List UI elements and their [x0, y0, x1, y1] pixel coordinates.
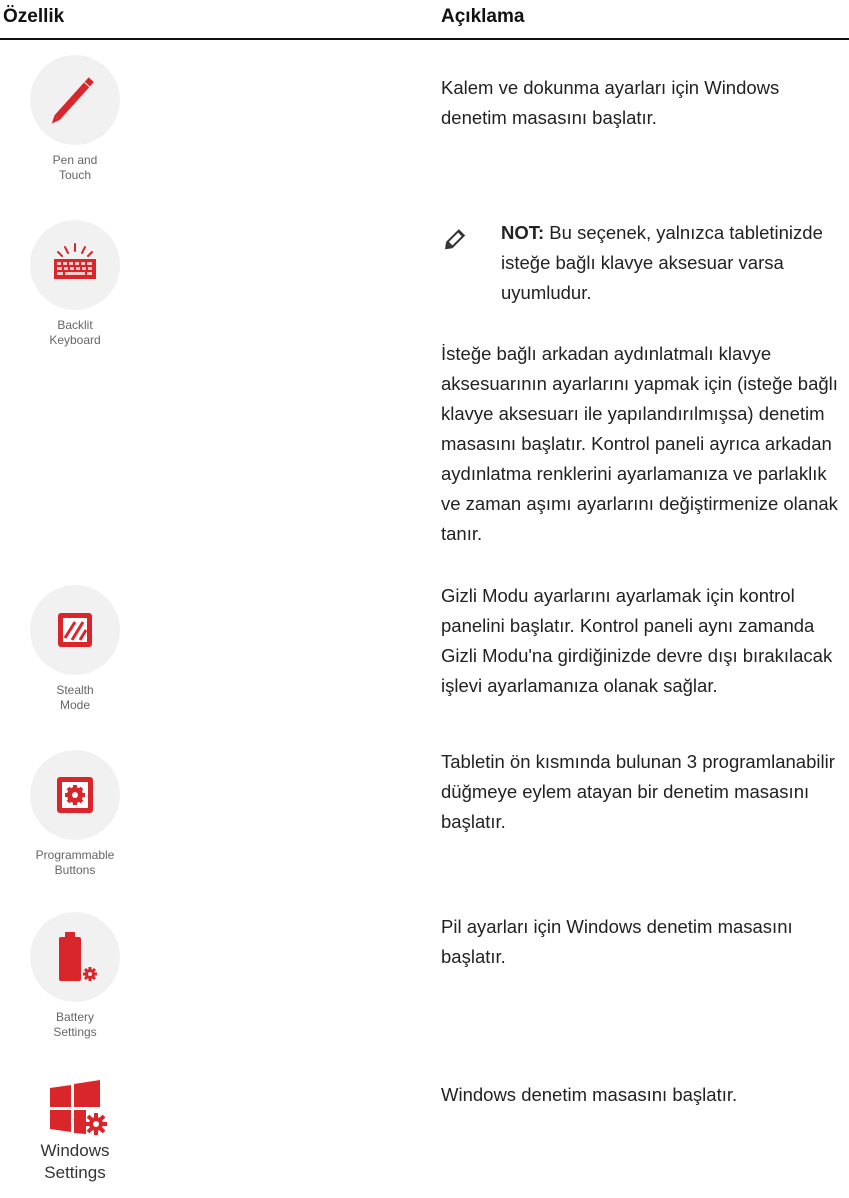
programmable-buttons-feature: Programmable Buttons — [20, 750, 130, 878]
note-label: NOT: — [501, 222, 545, 243]
feature-description: Pil ayarları için Windows denetim masası… — [441, 916, 793, 967]
feature-caption: Battery Settings — [53, 1010, 97, 1039]
stealth-mode-feature: Stealth Mode — [20, 585, 130, 713]
pen-icon — [30, 55, 120, 145]
feature-description: Windows denetim masasını başlatır. — [441, 1084, 738, 1105]
windows-settings-feature: Windows Settings — [20, 1080, 130, 1184]
note-body: Bu seçenek, yalnızca tabletinizde isteğe… — [501, 222, 823, 303]
feature-column-header: Özellik — [3, 6, 65, 27]
stealth-mode-icon — [30, 585, 120, 675]
feature-description: Kalem ve dokunma ayarları için Windows d… — [441, 77, 780, 128]
table-header: Özellik Açıklama — [0, 0, 849, 40]
feature-description: İsteğe bağlı arkadan aydınlatmalı klavye… — [441, 343, 838, 544]
feature-description: Tabletin ön kısmında bulunan 3 programla… — [441, 751, 835, 832]
description-column-header: Açıklama — [441, 6, 525, 27]
programmable-buttons-icon — [30, 750, 120, 840]
pen-and-touch-feature: Pen and Touch — [20, 55, 130, 183]
feature-caption: Stealth Mode — [56, 683, 94, 712]
backlit-keyboard-feature: Backlit Keyboard — [20, 220, 130, 348]
windows-settings-icon — [20, 1080, 130, 1140]
feature-caption: Backlit Keyboard — [49, 318, 101, 347]
note-text: NOT: Bu seçenek, yalnızca tabletinizde i… — [501, 218, 847, 308]
backlit-keyboard-icon — [30, 220, 120, 310]
feature-caption: Windows Settings — [40, 1141, 110, 1182]
feature-caption: Pen and Touch — [52, 153, 98, 182]
battery-settings-icon — [30, 912, 120, 1002]
battery-settings-feature: Battery Settings — [20, 912, 130, 1040]
note-pencil-icon — [441, 224, 471, 259]
feature-description: Gizli Modu ayarlarını ayarlamak için kon… — [441, 585, 833, 696]
feature-caption: Programmable Buttons — [35, 848, 115, 877]
